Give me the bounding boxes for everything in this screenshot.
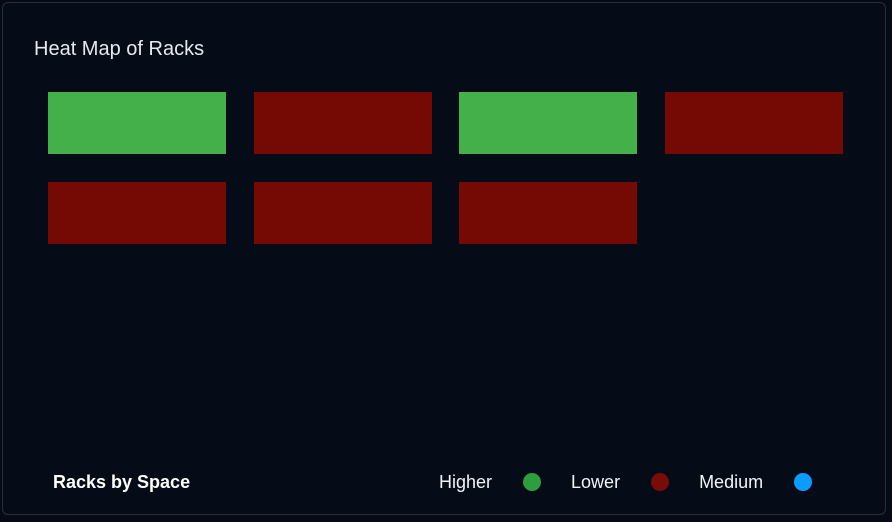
rack-tile[interactable] — [254, 182, 432, 244]
rack-tile[interactable] — [665, 92, 843, 154]
heat-map-panel: Heat Map of Racks Racks by Space Higher … — [2, 2, 886, 515]
legend-dot-higher — [523, 473, 542, 491]
legend-label: Lower — [571, 471, 621, 492]
rack-tile[interactable] — [48, 182, 226, 244]
legend-label: Higher — [439, 471, 493, 492]
legend-dot-lower — [651, 473, 670, 491]
legend: Higher Lower Medium — [439, 469, 813, 495]
rack-tile[interactable] — [48, 92, 226, 154]
racks-by-space-label: Racks by Space — [53, 472, 191, 492]
rack-grid — [48, 92, 844, 247]
legend-dot-medium — [794, 473, 813, 491]
panel-title: Heat Map of Racks — [34, 38, 205, 60]
legend-item-higher: Higher — [439, 471, 542, 493]
legend-item-medium: Medium — [699, 471, 813, 493]
legend-item-lower: Lower — [571, 471, 670, 493]
legend-label: Medium — [699, 471, 764, 492]
rack-tile[interactable] — [459, 182, 637, 244]
rack-tile[interactable] — [459, 92, 637, 154]
rack-tile[interactable] — [254, 92, 432, 154]
